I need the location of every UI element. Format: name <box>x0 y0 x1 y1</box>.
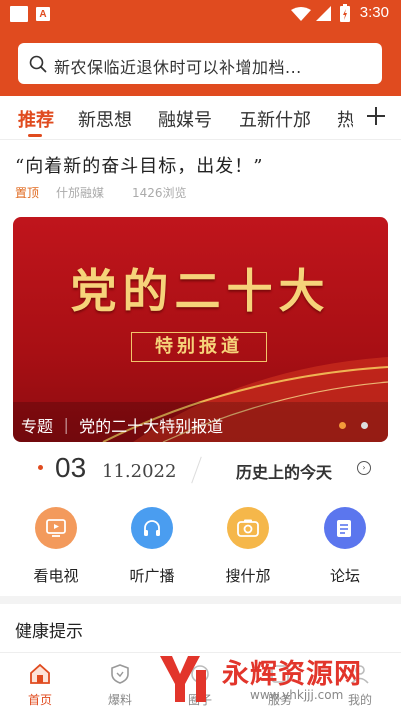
shield-icon <box>111 664 129 684</box>
wifi-icon <box>291 7 311 21</box>
news-headline[interactable]: “向着新的奋斗目标，出发！” <box>15 152 263 178</box>
nav-label: 首页 <box>27 693 52 707</box>
search-input[interactable]: 新农保临近退休时可以补增加档... <box>54 54 302 78</box>
divider <box>0 139 401 140</box>
banner-caption: 专题 ｜ 党的二十大特别报道 <box>21 417 224 436</box>
quick-link-tv[interactable]: 看电视 <box>16 507 96 586</box>
nav-label: 爆料 <box>107 693 132 707</box>
quick-link-forum[interactable]: 论坛 <box>305 507 385 586</box>
tab-recommend[interactable]: 推荐 <box>18 106 54 132</box>
forum-icon <box>324 507 366 549</box>
add-channel-icon[interactable] <box>366 106 386 126</box>
signal-icon <box>316 6 331 21</box>
quick-link-label: 听广播 <box>129 567 175 585</box>
view-count: 1426浏览 <box>132 186 187 200</box>
date-month-year: 11.2022 <box>102 461 177 482</box>
news-source: 什邡融媒 <box>56 186 105 200</box>
font-a-icon: A <box>36 7 50 21</box>
date-marker <box>38 465 43 470</box>
quick-link-label: 论坛 <box>329 567 360 585</box>
search-icon <box>29 55 47 73</box>
headphones-icon <box>131 507 173 549</box>
watermark-logo-icon <box>160 656 206 702</box>
notification-icon <box>10 6 28 22</box>
quick-link-label: 搜什邡 <box>225 567 271 585</box>
date-separator <box>191 456 202 484</box>
history-today-link[interactable]: 历史上的今天 <box>236 459 332 483</box>
quick-link-label: 看电视 <box>33 567 79 585</box>
nav-home[interactable]: 首页 <box>5 663 75 708</box>
banner-title: 党的二十大 <box>70 264 331 318</box>
banner-wave-graphic <box>13 357 388 442</box>
home-icon <box>30 663 50 684</box>
battery-icon <box>340 4 350 22</box>
arrow-right-icon: › <box>357 461 371 475</box>
search-bar[interactable]: 新农保临近退休时可以补增加档... <box>18 43 382 84</box>
channel-tabs: 推荐 新思想 融媒号 五新什邡 热 <box>0 96 401 140</box>
date-day: 03 <box>55 452 87 483</box>
section-title: 健康提示 <box>15 622 83 642</box>
quick-link-search-city[interactable]: 搜什邡 <box>208 507 288 586</box>
pinned-badge: 置顶 <box>15 186 40 200</box>
tab-new-thought[interactable]: 新思想 <box>78 106 132 132</box>
tab-active-indicator <box>28 134 42 137</box>
watermark-url: www.yhkjjj.com <box>250 688 344 702</box>
banner-tag: 特别报道 <box>131 332 267 362</box>
carousel-dot[interactable] <box>361 422 368 429</box>
status-time: 3:30 <box>359 4 389 21</box>
watermark: 永辉资源网 www.yhkjjj.com <box>158 648 401 710</box>
tv-icon <box>35 507 77 549</box>
tab-media[interactable]: 融媒号 <box>158 106 212 132</box>
tab-five-new[interactable]: 五新什邡 <box>239 106 311 132</box>
tab-hot[interactable]: 热 <box>337 106 353 132</box>
app-header: A 3:30 新农保临近退休时可以补增加档... <box>0 0 401 96</box>
nav-report[interactable]: 爆料 <box>85 663 155 708</box>
banner-carousel[interactable]: 党的二十大 特别报道 专题 ｜ 党的二十大特别报道 <box>13 217 388 442</box>
camera-icon <box>227 507 269 549</box>
quick-link-radio[interactable]: 听广播 <box>112 507 192 586</box>
watermark-name: 永辉资源网 <box>222 659 362 690</box>
section-divider <box>0 596 401 604</box>
carousel-dot-active[interactable] <box>339 422 346 429</box>
